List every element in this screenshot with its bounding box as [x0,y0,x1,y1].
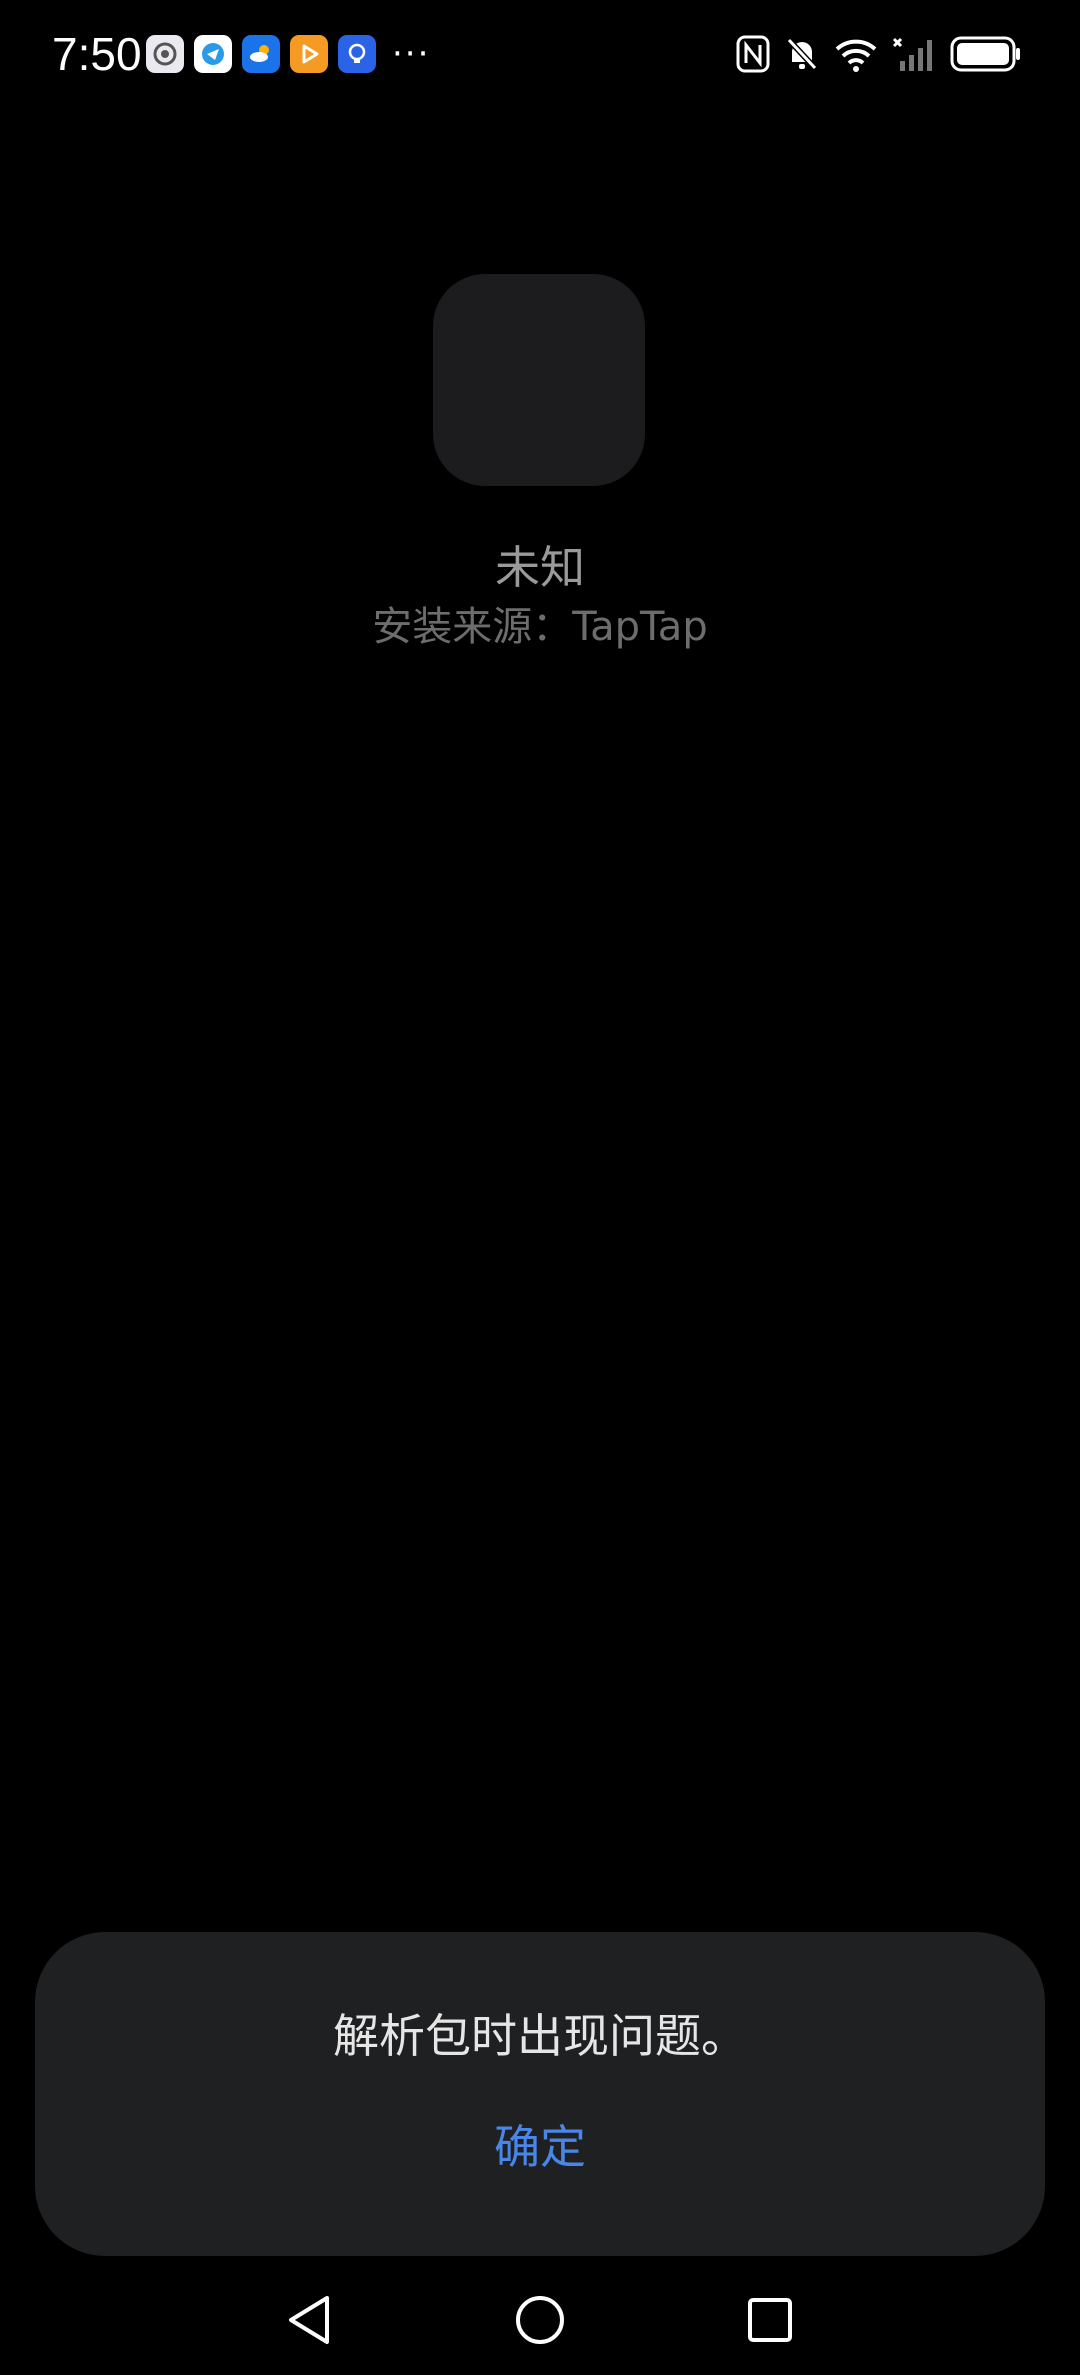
system-icons [736,32,1022,76]
mute-bell-icon [784,35,820,73]
dialog-message: 解析包时出现问题。 [333,2009,747,2063]
app-icon-placeholder [433,274,645,486]
more-notifications-indicator: ··· [392,34,431,74]
battery-icon [950,35,1022,73]
tips-bulb-icon [338,35,376,73]
recents-icon[interactable] [738,2288,802,2352]
status-bar: 7:50 ··· [0,0,1080,110]
navigation-bar [0,2260,1080,2375]
confirm-button[interactable]: 确定 [440,2112,640,2182]
back-icon[interactable] [278,2288,342,2352]
wifi-icon [834,35,878,73]
error-dialog: 解析包时出现问题。 确定 [35,1932,1045,2256]
nfc-icon [736,35,770,73]
install-source: 安装来源：TapTap [372,604,708,650]
weather-icon [242,35,280,73]
home-icon[interactable] [508,2288,572,2352]
app-name: 未知 [494,541,585,594]
video-player-icon [290,35,328,73]
notification-icons: ··· [146,35,430,73]
status-time: 7:50 [52,28,142,80]
cellular-signal-icon [892,35,936,73]
browser-icon [194,35,232,73]
settings-icon [146,35,184,73]
